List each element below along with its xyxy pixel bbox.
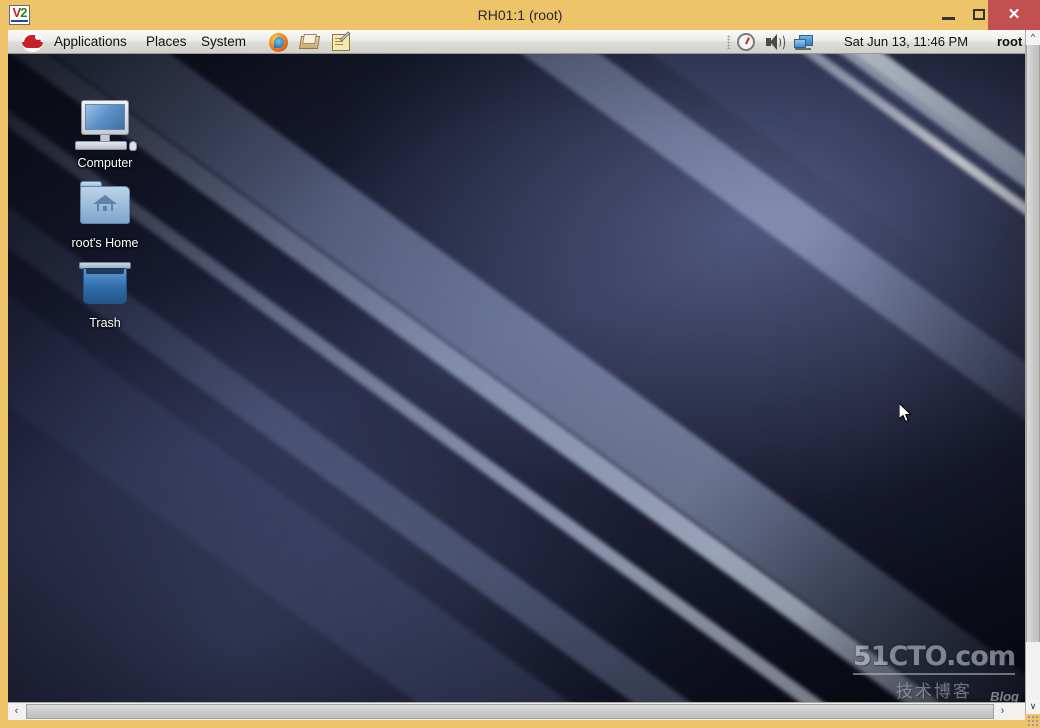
minimize-icon [942,17,955,20]
network-base [795,48,811,50]
desktop-icon-trash[interactable]: Trash [50,256,160,330]
red-hat-logo-icon[interactable] [22,32,43,52]
vertical-scroll-thumb[interactable] [1026,45,1040,642]
gnome-top-panel: Applications Places System Sat Jun 13, 1… [8,30,1025,54]
trash-opening [86,268,124,274]
trash-icon [50,256,160,314]
desktop-icon-home[interactable]: root's Home [50,176,160,250]
panel-username[interactable]: root [997,30,1022,54]
desktop-icon-label: Computer [77,156,133,170]
vnc-framebuffer[interactable]: Applications Places System Sat Jun 13, 1… [8,30,1025,714]
horizontal-scroll-thumb[interactable] [26,704,994,719]
network-icon[interactable] [794,33,814,52]
network-monitor-front [794,39,806,48]
editor-line-3 [335,44,343,45]
desktop-icon-label: root's Home [71,236,139,250]
firefox-icon[interactable] [269,33,288,52]
house-door [103,206,107,211]
close-button[interactable]: ✕ [988,0,1040,30]
panel-drag-handle[interactable] [727,35,731,49]
desktop-area[interactable]: Computer root's Home Trash 51CTO.com 技术博… [8,54,1025,714]
help-page [302,34,317,44]
desktop-icon-label: Trash [89,316,121,330]
computer-mouse [129,141,137,151]
volume-icon[interactable] [765,33,785,52]
window-resize-grip[interactable] [1027,715,1039,727]
volume-wave-2 [778,34,785,51]
scroll-down-button[interactable]: ∨ [1026,699,1040,714]
house-glyph [93,195,117,211]
horizontal-scrollbar[interactable]: ‹ › [8,702,1025,720]
watermark: 51CTO.com 技术博客 Blog [852,641,1019,704]
scroll-right-button[interactable]: › [994,703,1011,720]
text-editor-icon[interactable] [332,31,351,52]
computer-keyboard [75,141,127,150]
menu-system[interactable]: System [196,30,251,54]
logo-notch [35,34,41,40]
scroll-up-button[interactable]: ^ [1026,30,1040,45]
vertical-scrollbar[interactable]: ^ ∨ [1025,30,1040,714]
computer-screen-glass [85,104,125,130]
menu-places[interactable]: Places [141,30,192,54]
menu-applications[interactable]: Applications [49,30,132,54]
house-roof [93,195,117,204]
computer-icon [50,96,160,154]
window-titlebar[interactable]: V2 RH01:1 (root) ✕ [0,0,1040,30]
help-icon[interactable] [298,33,321,52]
home-folder-icon [50,176,160,234]
vnc-viewer-window: V2 RH01:1 (root) ✕ Applications Places S… [0,0,1040,728]
watermark-main-text: 51CTO.com [852,641,1016,672]
desktop-icon-computer[interactable]: Computer [50,96,160,170]
maximize-icon [973,9,985,20]
wallpaper-vignette [8,54,1025,714]
watermark-rule [852,673,1015,675]
window-title: RH01:1 (root) [477,7,563,23]
system-monitor-icon[interactable] [736,33,756,52]
minimize-button[interactable] [934,0,964,30]
firefox-globe [274,37,284,48]
scroll-left-button[interactable]: ‹ [8,703,25,720]
panel-clock[interactable]: Sat Jun 13, 11:46 PM [844,30,968,54]
